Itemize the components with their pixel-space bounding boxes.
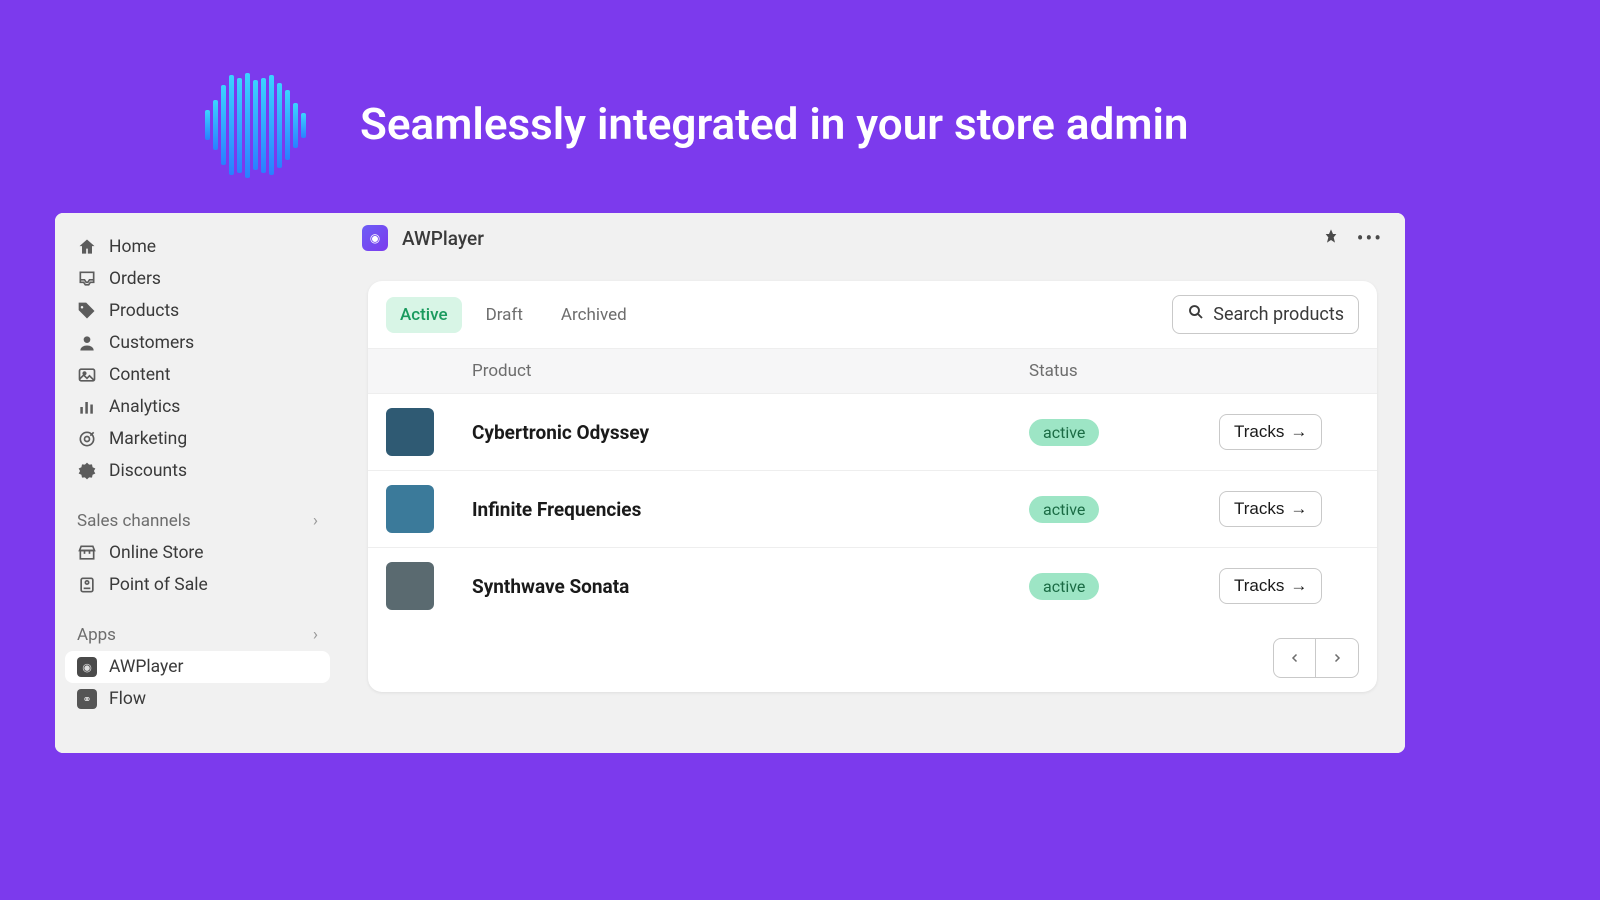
awplayer-app-icon: ◉	[77, 657, 97, 677]
status-badge: active	[1029, 496, 1099, 523]
table-row: Cybertronic Odyssey active Tracks →	[368, 394, 1377, 471]
admin-window: Home Orders Products Customers Content A…	[55, 213, 1405, 753]
person-icon	[77, 333, 97, 353]
arrow-right-icon: →	[1290, 499, 1307, 519]
sidebar-item-analytics[interactable]: Analytics	[55, 391, 340, 423]
tab-active[interactable]: Active	[386, 297, 462, 333]
sidebar-item-label: Analytics	[109, 397, 180, 417]
product-thumb	[386, 485, 434, 533]
table-header: Product Status	[368, 348, 1377, 394]
sidebar-item-label: Online Store	[109, 543, 203, 563]
sidebar-item-label: Content	[109, 365, 170, 385]
sidebar-item-online-store[interactable]: Online Store	[55, 537, 340, 569]
tracks-button[interactable]: Tracks →	[1219, 568, 1322, 604]
sidebar-item-awplayer[interactable]: ◉ AWPlayer	[65, 651, 330, 683]
product-name[interactable]: Synthwave Sonata	[472, 575, 1029, 598]
chevron-right-icon: ›	[313, 511, 318, 531]
sidebar-item-label: Home	[109, 237, 156, 257]
sidebar-item-label: Marketing	[109, 429, 187, 449]
sidebar-item-home[interactable]: Home	[55, 231, 340, 263]
sidebar-item-discounts[interactable]: Discounts	[55, 455, 340, 487]
home-icon	[77, 237, 97, 257]
sidebar-item-marketing[interactable]: Marketing	[55, 423, 340, 455]
tabs-row: Active Draft Archived Search products	[368, 281, 1377, 348]
pin-icon[interactable]	[1323, 228, 1339, 248]
flow-app-icon: ⚭	[77, 689, 97, 709]
search-products[interactable]: Search products	[1172, 295, 1359, 334]
sidebar-item-content[interactable]: Content	[55, 359, 340, 391]
sidebar-item-label: Products	[109, 301, 179, 321]
apps-header[interactable]: Apps ›	[55, 619, 340, 651]
sidebar-item-flow[interactable]: ⚭ Flow	[55, 683, 340, 715]
main-content: ◉ AWPlayer ••• Active Draft Archived Sea…	[340, 213, 1405, 753]
app-bar: ◉ AWPlayer •••	[340, 213, 1405, 263]
search-label: Search products	[1213, 304, 1344, 325]
badge-icon	[77, 461, 97, 481]
pager-next[interactable]	[1316, 639, 1358, 677]
hero-title: Seamlessly integrated in your store admi…	[360, 96, 1188, 153]
sidebar-item-products[interactable]: Products	[55, 295, 340, 327]
table-row: Synthwave Sonata active Tracks →	[368, 548, 1377, 624]
tracks-button[interactable]: Tracks →	[1219, 491, 1322, 527]
more-icon[interactable]: •••	[1357, 226, 1383, 250]
product-name[interactable]: Infinite Frequencies	[472, 498, 1029, 521]
product-thumb	[386, 408, 434, 456]
hero-logo	[200, 70, 310, 180]
search-icon	[1187, 303, 1205, 326]
sidebar-item-label: Point of Sale	[109, 575, 208, 595]
sidebar-item-label: Discounts	[109, 461, 187, 481]
sales-channels-header[interactable]: Sales channels ›	[55, 505, 340, 537]
arrow-right-icon: →	[1290, 422, 1307, 442]
target-icon	[77, 429, 97, 449]
sidebar-item-label: Orders	[109, 269, 161, 289]
sidebar-item-orders[interactable]: Orders	[55, 263, 340, 295]
sidebar-item-customers[interactable]: Customers	[55, 327, 340, 359]
tag-icon	[77, 301, 97, 321]
product-name[interactable]: Cybertronic Odyssey	[472, 421, 1029, 444]
tracks-button[interactable]: Tracks →	[1219, 414, 1322, 450]
pager-prev[interactable]	[1274, 639, 1316, 677]
col-status-header: Status	[1029, 361, 1219, 381]
tab-archived[interactable]: Archived	[547, 297, 641, 333]
arrow-right-icon: →	[1290, 576, 1307, 596]
status-badge: active	[1029, 419, 1099, 446]
sidebar-item-label: Customers	[109, 333, 194, 353]
products-card: Active Draft Archived Search products Pr…	[368, 281, 1377, 692]
bars-icon	[77, 397, 97, 417]
inbox-icon	[77, 269, 97, 289]
chevron-right-icon: ›	[313, 625, 318, 645]
product-thumb	[386, 562, 434, 610]
sidebar: Home Orders Products Customers Content A…	[55, 213, 340, 753]
sidebar-item-point-of-sale[interactable]: Point of Sale	[55, 569, 340, 601]
sidebar-item-label: AWPlayer	[109, 657, 183, 677]
app-bar-title: AWPlayer	[402, 227, 484, 250]
store-icon	[77, 543, 97, 563]
image-icon	[77, 365, 97, 385]
sidebar-item-label: Flow	[109, 689, 146, 709]
hero: Seamlessly integrated in your store admi…	[200, 70, 1188, 180]
status-badge: active	[1029, 573, 1099, 600]
pagination	[368, 624, 1377, 692]
app-bar-icon: ◉	[362, 225, 388, 251]
col-product-header: Product	[472, 361, 1029, 381]
tab-draft[interactable]: Draft	[472, 297, 537, 333]
table-row: Infinite Frequencies active Tracks →	[368, 471, 1377, 548]
pos-icon	[77, 575, 97, 595]
